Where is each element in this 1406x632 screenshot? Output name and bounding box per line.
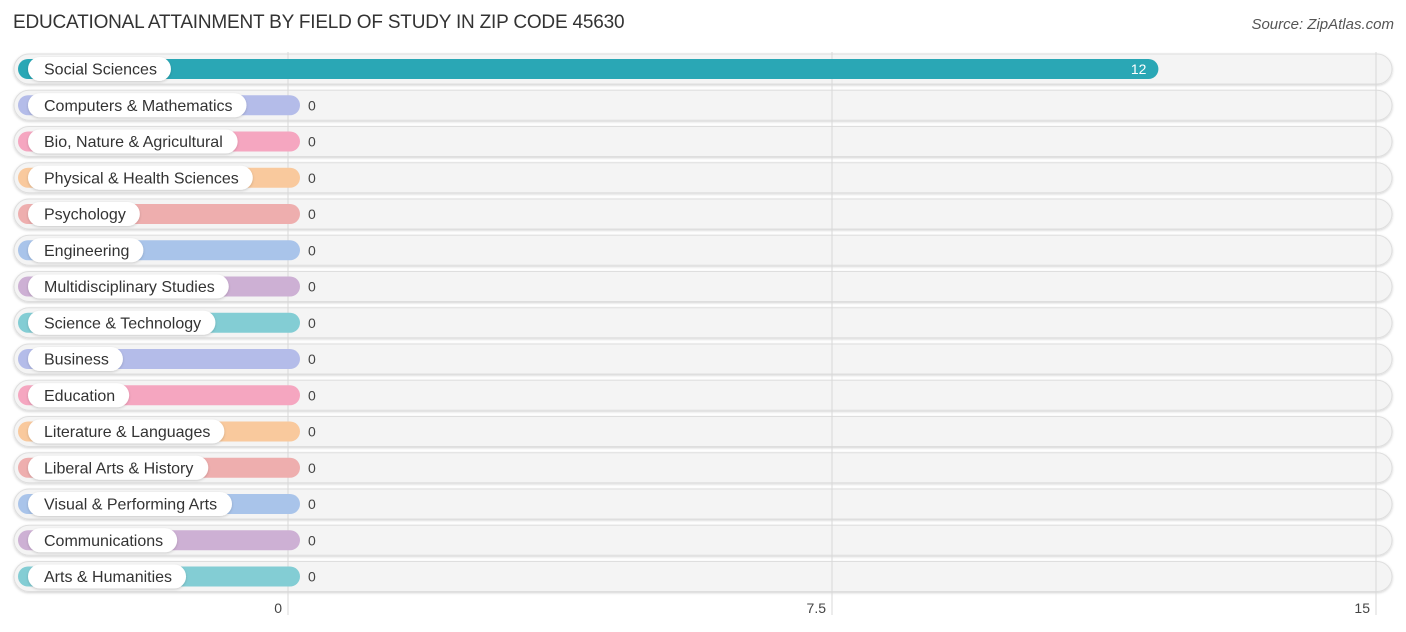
category-label: Engineering: [44, 243, 129, 260]
value-label: 0: [308, 496, 316, 512]
value-label: 0: [308, 315, 316, 331]
bar-chart: Social Sciences Computers & Mathematics Bi…: [13, 52, 1393, 616]
value-label: 0: [308, 532, 316, 548]
category-label: Visual & Performing Arts: [44, 497, 217, 514]
category-label: Business: [44, 352, 109, 369]
value-label: 0: [308, 424, 316, 440]
category-label: Education: [44, 388, 115, 405]
category-label: Literature & Languages: [44, 424, 210, 441]
value-label: 0: [308, 134, 316, 150]
value-label: 0: [308, 97, 316, 113]
category-label: Science & Technology: [44, 315, 201, 332]
value-label: 0: [308, 279, 316, 295]
category-label: Multidisciplinary Studies: [44, 279, 215, 296]
category-label: Psychology: [44, 207, 126, 224]
category-label: Arts & Humanities: [44, 569, 172, 586]
value-label: 12: [1131, 61, 1147, 77]
value-label: 0: [308, 242, 316, 258]
category-label: Social Sciences: [44, 62, 157, 79]
value-label: 0: [308, 460, 316, 476]
value-label: 0: [308, 569, 316, 585]
tick-label: 0: [274, 600, 282, 616]
bar: [18, 59, 1159, 79]
axis-ticks: 0 7.5 15: [274, 600, 1370, 616]
category-label: Liberal Arts & History: [44, 460, 193, 477]
value-label: 0: [308, 170, 316, 186]
tick-label: 15: [1354, 600, 1370, 616]
category-label: Physical & Health Sciences: [44, 170, 239, 187]
value-label: 0: [308, 387, 316, 403]
category-label: Computers & Mathematics: [44, 98, 233, 115]
tick-label: 7.5: [807, 600, 827, 616]
category-label: Bio, Nature & Agricultural: [44, 134, 223, 151]
value-label: 0: [308, 206, 316, 222]
category-label: Communications: [44, 533, 163, 550]
value-label: 0: [308, 351, 316, 367]
